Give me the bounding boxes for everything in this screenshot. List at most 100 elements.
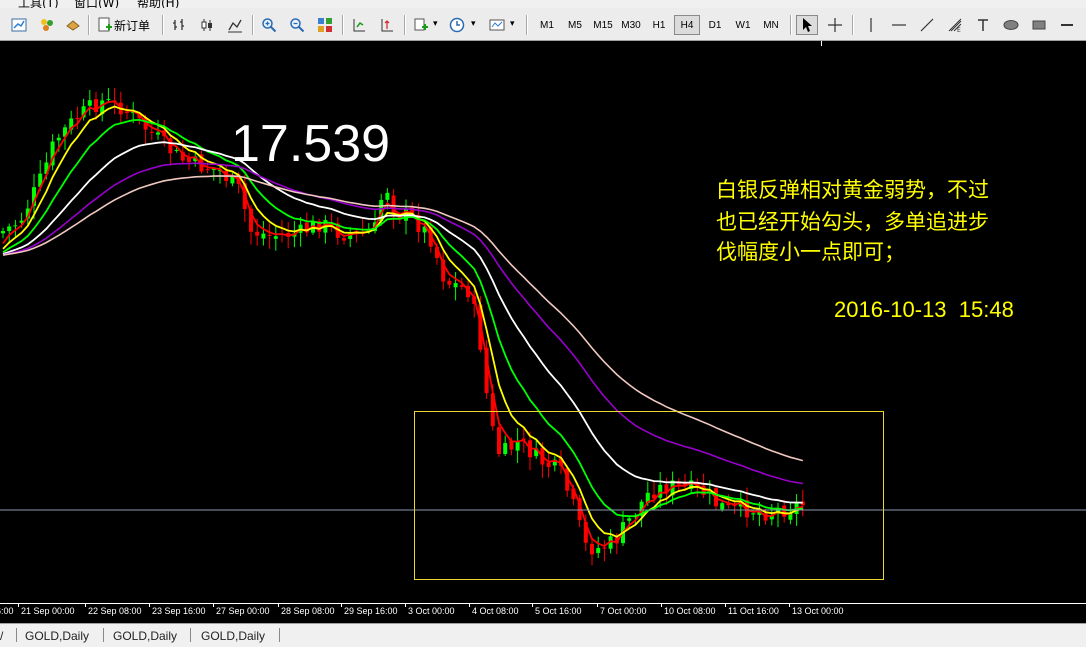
candle-body-bull <box>261 233 266 239</box>
x-axis-label: 29 Sep 16:00 <box>344 606 398 616</box>
tile-windows-icon[interactable] <box>314 15 336 35</box>
candle-body-bear <box>602 547 607 549</box>
annotation-line-1: 白银反弹相对黄金弱势，不过 <box>716 178 989 202</box>
candle-body-bull <box>596 548 601 553</box>
candle-body-bear <box>546 462 551 468</box>
chart-canvas: 21 Sep 00:00 22 Sep 08:00 23 Sep 16:00 27 S… <box>0 41 1086 616</box>
candle-body-bull <box>273 236 278 239</box>
ma-green-line <box>2 118 803 518</box>
x-axis-labels: 21 Sep 00:00 22 Sep 08:00 23 Sep 16:00 27 S… <box>0 603 844 616</box>
x-axis-label: 3 Oct 00:00 <box>408 606 455 616</box>
candle-body-bear <box>255 231 260 236</box>
x-axis-label: 21 Sep 00:00 <box>21 606 75 616</box>
timeframe-m15[interactable]: M15 <box>590 15 616 35</box>
ellipse-icon[interactable] <box>1000 15 1022 35</box>
vertical-line-icon[interactable] <box>860 15 882 35</box>
candles <box>1 87 805 566</box>
timeframe-m1[interactable]: M1 <box>534 15 560 35</box>
cursor-icon[interactable] <box>796 15 818 35</box>
x-axis-label: 28 Sep 08:00 <box>281 606 335 616</box>
timeframe-m30[interactable]: M30 <box>618 15 644 35</box>
bar-chart-icon[interactable] <box>168 15 190 35</box>
x-axis-label: 23 Sep 16:00 <box>152 606 206 616</box>
annotation-line-3: 伐幅度小一点即可； <box>716 240 905 264</box>
periods-icon[interactable] <box>446 15 468 35</box>
candle-body-bull <box>13 225 18 227</box>
dash-icon[interactable] <box>1056 15 1078 35</box>
autoscroll-icon[interactable] <box>348 15 370 35</box>
candle-body-bull <box>720 503 725 510</box>
crosshair-icon[interactable] <box>824 15 846 35</box>
candle-body-bull <box>503 443 508 454</box>
menu-window[interactable]: 窗口(W) <box>74 0 119 8</box>
x-axis-label: 27 Sep 00:00 <box>216 606 270 616</box>
text-icon[interactable] <box>972 15 994 35</box>
new-order-label[interactable]: 新订单 <box>114 17 150 34</box>
candle-body-bull <box>56 137 61 141</box>
dropdown-arrow-icon[interactable]: ▾ <box>471 19 476 29</box>
line-chart-icon[interactable] <box>224 15 246 35</box>
new-order-icon[interactable] <box>94 15 116 35</box>
zoom-in-icon[interactable] <box>258 15 280 35</box>
navigator-icon[interactable] <box>62 15 84 35</box>
candle-chart-icon[interactable] <box>196 15 218 35</box>
candle-body-bear <box>590 543 594 555</box>
indicators-icon[interactable] <box>410 15 432 35</box>
candle-body-bear <box>497 427 501 455</box>
dropdown-arrow-icon[interactable]: ▾ <box>510 19 515 29</box>
ma-purple-line <box>2 162 803 485</box>
ma-red-line <box>2 100 804 548</box>
zoom-out-icon[interactable] <box>286 15 308 35</box>
timeframe-d1[interactable]: D1 <box>702 15 728 35</box>
candle-body-bull <box>1 231 5 234</box>
tab-gold-daily-2[interactable]: GOLD,Daily <box>113 629 177 643</box>
candle-body-bear <box>267 234 272 236</box>
timeframe-m5[interactable]: M5 <box>562 15 588 35</box>
price-chart[interactable]: 21 Sep 00:00 22 Sep 08:00 23 Sep 16:00 27 S… <box>0 41 1086 623</box>
candle-body-bear <box>342 238 346 241</box>
dropdown-arrow-icon[interactable]: ▾ <box>433 19 438 29</box>
horizontal-line-icon[interactable] <box>888 15 910 35</box>
chart-tab-bar: / GOLD,Daily GOLD,Daily GOLD,Daily <box>0 623 1086 647</box>
tab-gold-daily-1[interactable]: GOLD,Daily <box>25 629 89 643</box>
candle-body-bull <box>385 192 390 200</box>
new-chart-icon[interactable] <box>8 15 30 35</box>
templates-icon[interactable] <box>486 15 508 35</box>
x-axis-label: 13 Oct 00:00 <box>792 606 844 616</box>
candle-body-bear <box>125 111 129 113</box>
menu-bar: 工具(T) 窗口(W) 帮助(H) <box>0 0 1086 8</box>
ma-yellow-line <box>2 105 803 538</box>
x-axis-label: 11 Oct 16:00 <box>728 606 779 616</box>
x-axis-label: 10 Oct 08:00 <box>664 606 716 616</box>
candle-body-bull <box>627 518 632 521</box>
candle-body-bull <box>515 441 520 451</box>
annotation-line-2: 也已经开始勾头，多单追进步 <box>716 210 989 234</box>
candle-body-bear <box>447 280 452 285</box>
candle-body-bull <box>453 283 458 288</box>
trendline-icon[interactable] <box>916 15 938 35</box>
x-axis-label-clipped: 6:00 <box>0 606 14 616</box>
toolbar: 新订单 ▾ ▾ ▾ M1 M5 M15 M30 H1 H4 D1 W1 MN E <box>0 8 1086 41</box>
candle-body-bull <box>751 513 756 515</box>
fibonacci-icon[interactable]: E <box>944 15 966 35</box>
svg-text:E: E <box>957 27 961 33</box>
menu-help[interactable]: 帮助(H) <box>137 0 179 8</box>
timeframe-w1[interactable]: W1 <box>730 15 756 35</box>
x-axis-label: 7 Oct 00:00 <box>600 606 647 616</box>
timestamp-label: 2016-10-13 15:48 <box>834 297 1014 322</box>
candle-body-bull <box>658 484 663 498</box>
profiles-icon[interactable] <box>36 15 58 35</box>
rectangle-icon[interactable] <box>1028 15 1050 35</box>
timeframe-mn[interactable]: MN <box>758 15 784 35</box>
chart-shift-icon[interactable] <box>376 15 398 35</box>
menu-tools[interactable]: 工具(T) <box>18 0 59 8</box>
candle-body-bear <box>205 169 210 171</box>
candle-body-bull <box>106 98 111 100</box>
candle-body-bull <box>87 100 92 106</box>
candle-body-bull <box>156 132 160 135</box>
tab-gold-daily-3[interactable]: GOLD,Daily <box>201 629 265 643</box>
candle-body-bear <box>149 131 154 133</box>
timeframe-h1[interactable]: H1 <box>646 15 672 35</box>
tab-scroll-icon[interactable]: / <box>0 629 3 643</box>
timeframe-h4[interactable]: H4 <box>674 15 700 35</box>
